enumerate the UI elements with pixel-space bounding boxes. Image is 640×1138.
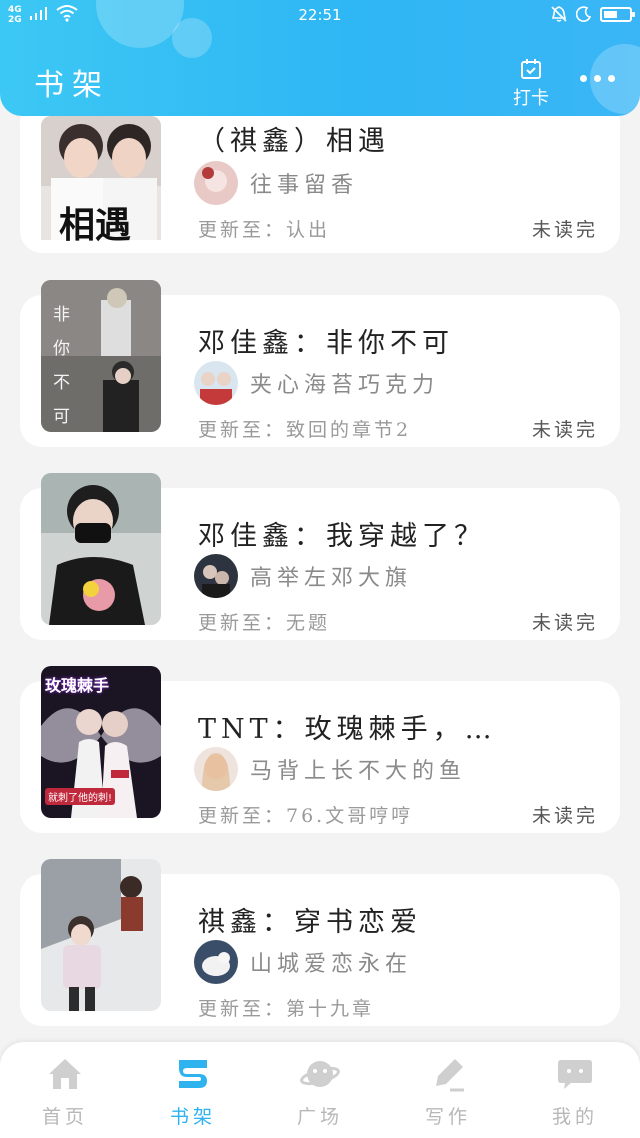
battery-icon: [600, 6, 635, 22]
nav-profile[interactable]: 我的: [535, 1054, 615, 1129]
book-cover: 相遇: [41, 116, 161, 268]
read-status: 未读完: [531, 805, 598, 827]
book-card[interactable]: 祺鑫：穿书恋爱 山城爱恋永在 更新至：第十九章: [20, 859, 620, 1026]
book-update: 更新至：76.文哥哼哼: [198, 805, 414, 827]
more-dot-icon: [608, 75, 615, 82]
clock: 22:51: [298, 6, 342, 24]
page-title: 书架: [34, 68, 110, 103]
cover-text: 玫瑰棘手: [45, 676, 110, 695]
book-title: TNT：玫瑰棘手，…: [198, 714, 497, 745]
author-avatar: [194, 361, 238, 405]
book-author: 山城爱恋永在: [250, 952, 413, 977]
book-update: 更新至：第十九章: [198, 998, 375, 1020]
book-author: 往事留香: [250, 173, 359, 198]
book-title: （祺鑫）相遇: [198, 126, 390, 157]
book-update: 更新至：认出: [198, 219, 331, 241]
nav-write[interactable]: 写作: [408, 1054, 488, 1129]
read-status: 未读完: [531, 612, 598, 634]
book-card[interactable]: 玫瑰棘手 就刺了他的刺! TNT：玫瑰棘手，… 马背上长不大的鱼 更新至：76.…: [20, 666, 620, 833]
book-author: 夹心海苔巧克力: [250, 373, 440, 398]
cover-text: 相遇: [59, 204, 132, 246]
mute-bell-icon: [551, 6, 567, 22]
checkin-button[interactable]: 打卡: [508, 58, 554, 110]
book-cover: 非你不可: [41, 280, 161, 432]
book-cover: [41, 859, 161, 1011]
book-title: 邓佳鑫：我穿越了？: [198, 521, 486, 552]
book-update: 更新至：致回的章节2: [198, 419, 412, 441]
book-cover: 玫瑰棘手 就刺了他的刺!: [41, 666, 161, 818]
app-header: 4G 2G 22:51 书架 打卡: [0, 0, 640, 116]
more-button[interactable]: [580, 68, 616, 88]
read-status: 未读完: [531, 419, 598, 441]
book-author: 马背上长不大的鱼: [250, 759, 467, 784]
more-dot-icon: [580, 75, 587, 82]
calendar-check-icon: [521, 59, 541, 79]
status-bar: 4G 2G 22:51: [0, 0, 640, 32]
chat-bubble-icon: [558, 1060, 592, 1089]
book-cover: [41, 473, 161, 625]
pencil-icon: [436, 1059, 464, 1092]
bookshelf-icon: [179, 1060, 207, 1088]
book-author: 高举左邓大旗: [250, 566, 413, 591]
cover-caption: 就刺了他的刺!: [45, 788, 116, 805]
author-avatar: [194, 554, 238, 598]
checkin-label: 打卡: [513, 88, 549, 109]
book-update: 更新至：无题: [198, 612, 331, 634]
book-card[interactable]: 非你不可 邓佳鑫：非你不可 夹心海苔巧克力 更新至：致回的章节2 未读完: [20, 280, 620, 447]
book-card[interactable]: 邓佳鑫：我穿越了？ 高举左邓大旗 更新至：无题 未读完: [20, 473, 620, 640]
author-avatar: [194, 747, 238, 791]
bottom-nav: 首页 书架 广场 写作 我的: [0, 1042, 640, 1138]
read-status: 未读完: [531, 219, 598, 241]
nav-bookshelf[interactable]: 书架: [153, 1054, 233, 1129]
home-icon: [49, 1059, 81, 1089]
book-title: 邓佳鑫：非你不可: [198, 328, 454, 359]
moon-icon: [576, 6, 592, 22]
author-avatar: [194, 940, 238, 984]
more-dot-icon: [594, 75, 601, 82]
book-card[interactable]: 相遇 （祺鑫）相遇 往事留香 更新至：认出 未读完: [20, 101, 620, 253]
cover-text: 非你不可: [53, 305, 70, 427]
author-avatar: [194, 161, 238, 205]
planet-icon: [300, 1061, 340, 1087]
nav-home[interactable]: 首页: [25, 1054, 105, 1129]
bookshelf-list[interactable]: 相遇 （祺鑫）相遇 往事留香 更新至：认出 未读完 非你不可 邓佳鑫：非你不可: [0, 0, 640, 1040]
book-title: 祺鑫：穿书恋爱: [198, 907, 422, 938]
nav-square[interactable]: 广场: [280, 1054, 360, 1129]
